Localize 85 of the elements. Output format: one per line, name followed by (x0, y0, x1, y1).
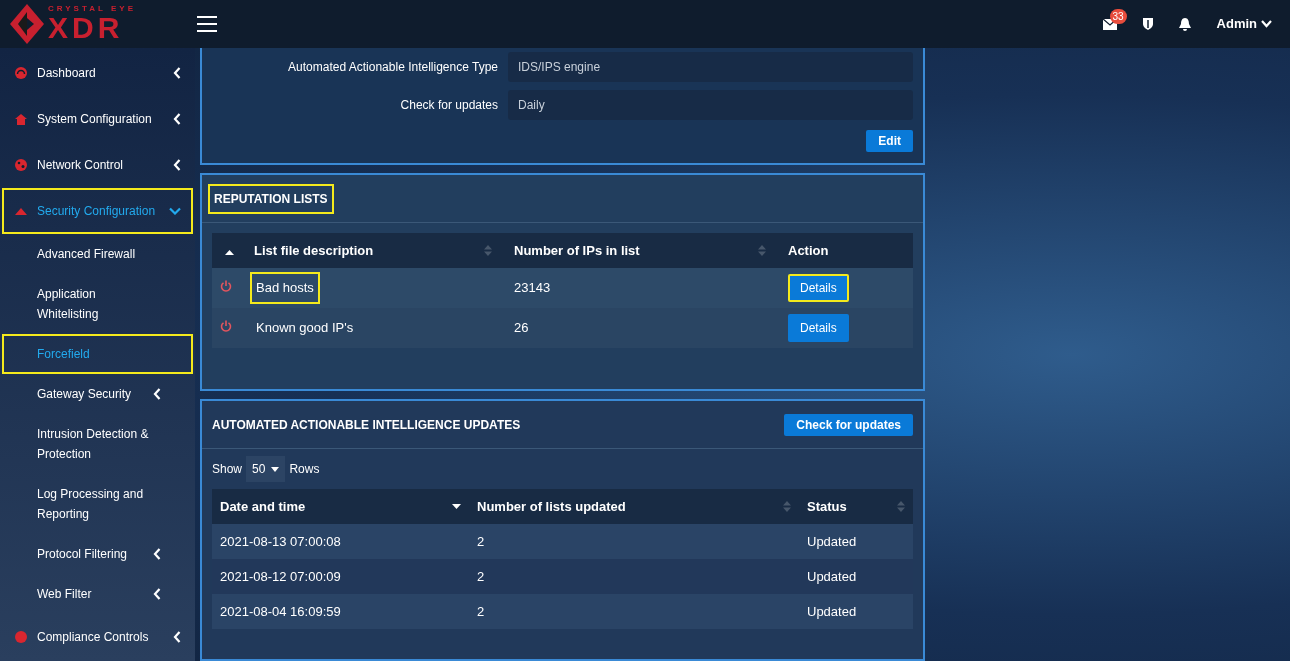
section-title: REPUTATION LISTS (208, 183, 334, 214)
chevron-left-icon (153, 388, 161, 400)
sidebar-label: System Configuration (37, 111, 153, 128)
edit-button[interactable]: Edit (866, 130, 913, 152)
chevron-left-icon (153, 588, 161, 600)
check-updates-button[interactable]: Check for updates (784, 413, 913, 436)
chevron-left-icon (173, 67, 181, 79)
section-title: AUTOMATED ACTIONABLE INTELLIGENCE UPDATES (212, 416, 521, 434)
table-cell: 23143 (506, 268, 780, 308)
diamond-logo-icon (10, 4, 44, 44)
table-cell: 2021-08-04 16:09:59 (220, 603, 341, 619)
menu-icon (197, 16, 217, 32)
column-header[interactable]: Number of lists updated (477, 496, 626, 517)
field-value[interactable]: Daily (508, 90, 913, 120)
shield-icon[interactable] (1142, 18, 1153, 30)
sidebar-subitem[interactable]: Advanced Firewall (2, 234, 193, 274)
sidebar-label: Security Configuration (37, 203, 157, 220)
table-cell: Updated (807, 603, 857, 619)
chevron-down-icon (169, 207, 181, 215)
sidebar-item[interactable]: Compliance Controls (2, 614, 193, 660)
gauge-icon (15, 67, 27, 79)
house-icon (15, 113, 27, 125)
column-header[interactable]: List file description (254, 240, 374, 261)
bell-icon[interactable] (1178, 17, 1191, 31)
sidebar-label: Compliance Controls (37, 629, 150, 646)
chevron-left-icon (173, 631, 181, 643)
details-button[interactable]: Details (788, 274, 849, 302)
chevron-left-icon (153, 548, 161, 560)
sidebar-label: Log Processing and Reporting (37, 486, 145, 523)
logo-text: XDR (48, 13, 125, 43)
globe-icon (15, 159, 27, 171)
dot-icon (15, 631, 27, 643)
sidebar-label: Network Control (37, 157, 125, 174)
caret-down-icon (271, 466, 280, 472)
table-cell: 2 (477, 603, 485, 619)
table-cell: 2 (477, 568, 485, 584)
show-label: Show (212, 461, 243, 478)
notification-badge: 33 (1109, 8, 1127, 24)
sidebar-label: Application Whitelisting (37, 286, 100, 323)
user-menu[interactable]: Admin (1216, 14, 1272, 34)
sidebar-subitem[interactable]: Gateway Security (2, 374, 193, 414)
table-cell: 26 (506, 308, 780, 348)
table-cell-text: Known good IP's (255, 319, 355, 338)
sidebar-label: Intrusion Detection & Protection (37, 426, 150, 463)
page-size-dropdown[interactable]: 50 (246, 456, 286, 482)
sort-descending-icon[interactable] (452, 504, 461, 509)
field-label: Check for updates (399, 97, 498, 114)
field-value[interactable]: IDS/IPS engine (508, 52, 913, 82)
chevron-left-icon (173, 159, 181, 171)
sidebar-subitem[interactable]: Intrusion Detection & Protection (2, 414, 193, 474)
sidebar-label: Dashboard (37, 65, 97, 82)
sidebar-label: Advanced Firewall (37, 246, 136, 263)
chevron-left-icon (173, 113, 181, 125)
column-header[interactable]: Action (788, 240, 829, 261)
sidebar-label: Web Filter (37, 586, 92, 603)
power-icon[interactable] (220, 320, 232, 333)
chevron-down-icon (1261, 20, 1272, 28)
rows-label: Rows (289, 461, 320, 478)
sidebar-item[interactable]: Dashboard (2, 50, 193, 96)
sidebar-subitem[interactable]: Log Processing and Reporting (2, 474, 193, 534)
table-cell: Updated (807, 568, 857, 584)
power-icon[interactable] (220, 280, 232, 293)
field-label: Automated Actionable Intelligence Type (287, 59, 498, 76)
sidebar-subitem[interactable]: Application Whitelisting (2, 274, 193, 334)
sidebar-subitem[interactable]: Web Filter (2, 574, 193, 614)
sort-ascending-icon[interactable] (224, 249, 234, 255)
sidebar-item[interactable]: Security Configuration (2, 188, 193, 234)
column-header[interactable]: Number of IPs in list (514, 240, 640, 261)
column-header[interactable]: Status (807, 496, 847, 517)
table-cell: Updated (807, 533, 857, 549)
sidebar-subitem[interactable]: Forcefield (2, 334, 193, 374)
sidebar-label: Gateway Security (37, 386, 132, 403)
details-button[interactable]: Details (788, 314, 849, 342)
sidebar-item[interactable]: System Configuration (2, 96, 193, 142)
logo-tagline: CRYSTAL EYE (48, 5, 136, 13)
table-cell: 2021-08-12 07:00:09 (220, 568, 341, 584)
table-cell: Bad hosts (250, 272, 320, 304)
table-cell: 2021-08-13 07:00:08 (220, 533, 341, 549)
table-cell: 2 (477, 533, 485, 549)
sidebar-label: Forcefield (37, 346, 90, 363)
sidebar-label: Protocol Filtering (37, 546, 128, 563)
triangle-icon (15, 207, 27, 215)
column-header[interactable]: Date and time (220, 496, 306, 517)
sidebar-item[interactable]: Network Control (2, 142, 193, 188)
sidebar-subitem[interactable]: Protocol Filtering (2, 534, 193, 574)
